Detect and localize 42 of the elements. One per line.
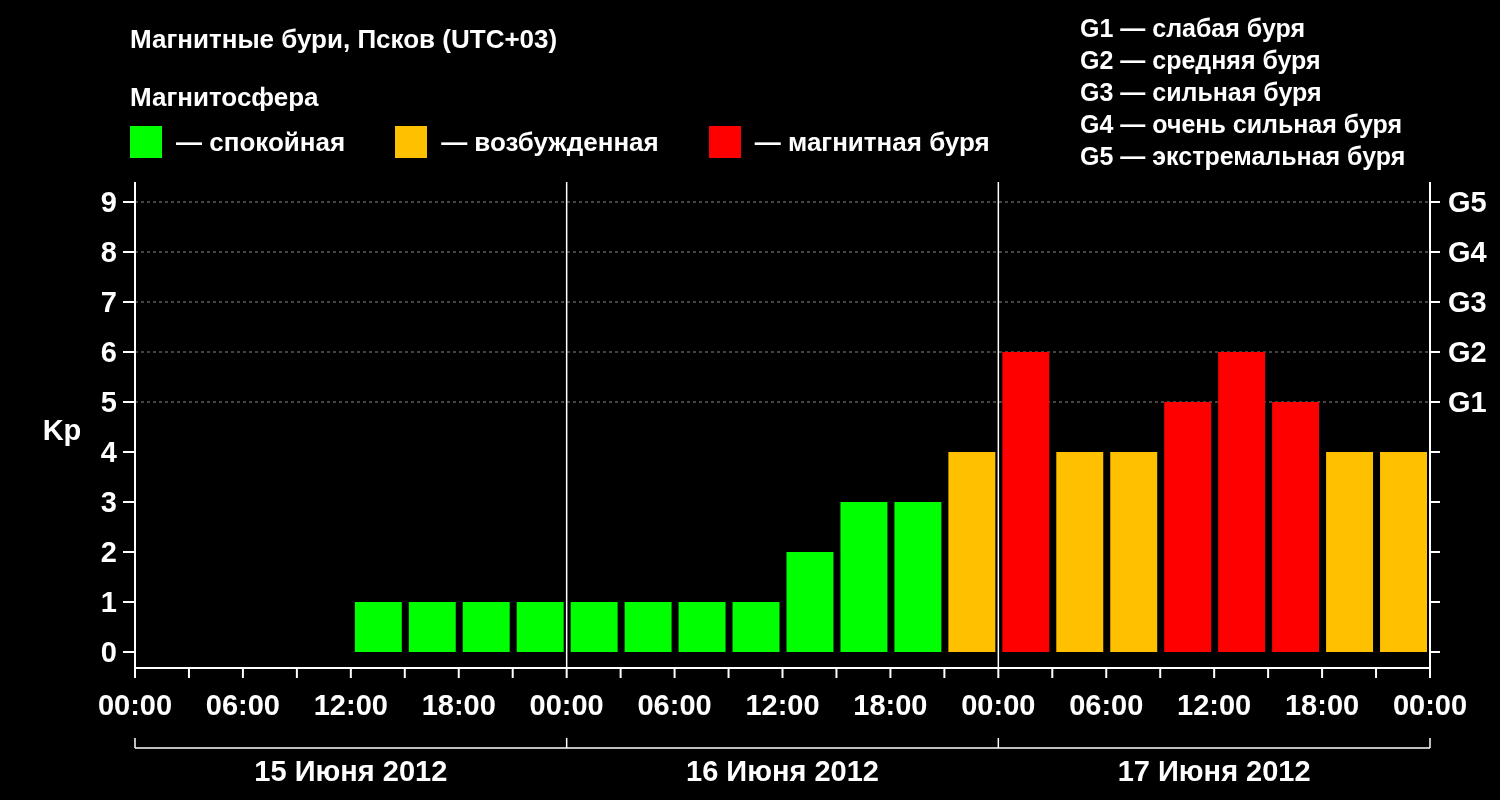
- x-tick-label: 18:00: [1285, 689, 1360, 721]
- x-tick-label: 00:00: [1392, 689, 1468, 721]
- x-tick-label: 00:00: [97, 689, 173, 721]
- y-tick-label: 1: [100, 586, 117, 618]
- x-tick-label: 00:00: [529, 689, 604, 721]
- storm-tick-label: G1: [1448, 386, 1487, 418]
- legend-label: — возбужденная: [441, 126, 659, 158]
- y-tick-label: 5: [100, 386, 117, 418]
- y-axis-label: Kp: [42, 414, 82, 446]
- storm-tick-label: G2: [1448, 336, 1487, 368]
- y-tick-label: 9: [100, 186, 117, 218]
- legend-label: — спокойная: [176, 126, 346, 158]
- storm-level-label: G3 — сильная буря: [1080, 77, 1323, 108]
- x-tick-label: 06:00: [205, 689, 280, 721]
- x-tick-label: 12:00: [313, 689, 388, 721]
- y-tick-label: 8: [100, 236, 117, 268]
- y-tick-label: 7: [100, 286, 117, 318]
- x-tick-label: 06:00: [1069, 689, 1144, 721]
- x-tick-label: 18:00: [853, 689, 928, 721]
- y-tick-label: 0: [100, 636, 117, 668]
- y-tick-label: 6: [100, 336, 117, 368]
- storm-level-label: G5 — экстремальная буря: [1080, 141, 1407, 172]
- legend-title: Магнитосфера: [130, 81, 320, 114]
- storm-tick-label: G3: [1448, 286, 1487, 318]
- y-tick-label: 4: [100, 436, 117, 468]
- storm-level-label: G2 — средняя буря: [1080, 45, 1322, 76]
- storm-tick-label: G4: [1448, 236, 1487, 268]
- date-label: 15 Июня 2012: [254, 755, 448, 787]
- x-tick-label: 00:00: [961, 689, 1036, 721]
- x-tick-label: 06:00: [637, 689, 712, 721]
- date-label: 16 Июня 2012: [686, 755, 879, 787]
- x-tick-label: 12:00: [1177, 689, 1252, 721]
- x-tick-label: 12:00: [745, 689, 820, 721]
- y-tick-label: 3: [100, 486, 117, 518]
- storm-level-label: G1 — слабая буря: [1080, 13, 1307, 44]
- x-tick-label: 18:00: [421, 689, 496, 721]
- y-tick-label: 2: [100, 536, 117, 568]
- storm-level-label: G4 — очень сильная буря: [1080, 109, 1403, 140]
- date-label: 17 Июня 2012: [1117, 755, 1311, 787]
- storm-tick-label: G5: [1448, 186, 1487, 218]
- chart-title: Магнитные бури, Псков (UTC+03): [130, 23, 559, 56]
- legend-label: — магнитная буря: [754, 126, 990, 158]
